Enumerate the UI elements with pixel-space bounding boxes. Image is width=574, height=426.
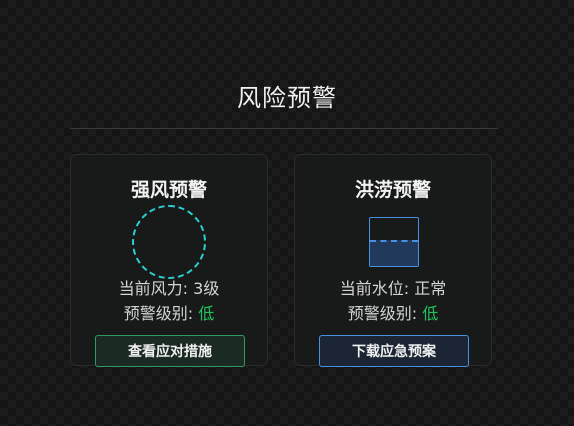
flood-card-title: 洪涝预警 bbox=[354, 179, 431, 201]
wind-current-label: 当前风力: bbox=[118, 279, 194, 298]
wind-current-value: 3级 bbox=[193, 279, 220, 298]
page-title: 风险预警 bbox=[237, 84, 337, 112]
water-level-icon bbox=[369, 217, 419, 267]
flood-current-label: 当前水位: bbox=[339, 279, 415, 298]
wind-level-value: 低 bbox=[198, 304, 215, 323]
download-plan-button[interactable]: 下载应急预案 bbox=[319, 335, 469, 367]
flood-level-value: 低 bbox=[422, 304, 439, 323]
flood-current-value: 正常 bbox=[414, 279, 447, 298]
view-measures-button[interactable]: 查看应对措施 bbox=[95, 335, 245, 367]
wind-level-info: 预警级别: 低 bbox=[71, 300, 267, 324]
water-level-fill bbox=[370, 240, 418, 266]
wind-card-title: 强风预警 bbox=[130, 179, 207, 201]
flood-level-label: 预警级别: bbox=[347, 304, 423, 323]
wind-current-info: 当前风力: 3级 bbox=[71, 275, 267, 299]
title-divider bbox=[70, 128, 498, 129]
flood-level-info: 预警级别: 低 bbox=[295, 300, 491, 324]
wind-warning-card: 强风预警 当前风力: 3级 预警级别: 低 查看应对措施 bbox=[70, 154, 268, 367]
flood-current-info: 当前水位: 正常 bbox=[295, 275, 491, 299]
wind-level-label: 预警级别: bbox=[123, 304, 199, 323]
flood-warning-card: 洪涝预警 当前水位: 正常 预警级别: 低 下载应急预案 bbox=[294, 154, 492, 367]
wind-circle-icon bbox=[132, 205, 206, 279]
